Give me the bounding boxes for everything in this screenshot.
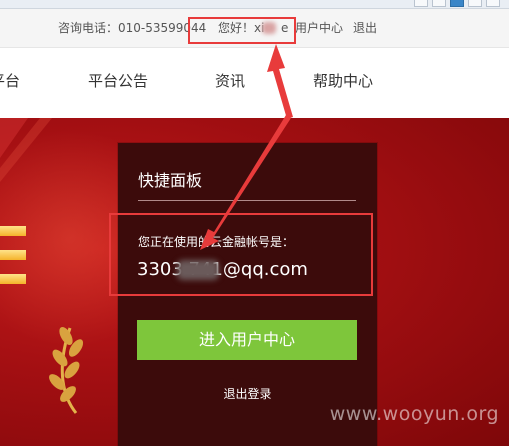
nav-item-news[interactable]: 资讯 (215, 72, 245, 90)
quick-panel: 快捷面板 您正在使用的云金融帐号是： 3303 741@qq.com 进入用户中… (118, 143, 377, 446)
logout-link-top[interactable]: 退出 (353, 21, 377, 35)
top-info-bar: 咨询电话：010-53599044 您好！xi e 用户中心 退出 (0, 9, 509, 48)
nav-item-announcements[interactable]: 平台公告 (88, 72, 148, 90)
panel-title: 快捷面板 (138, 171, 203, 190)
greeting-suffix: e (281, 21, 289, 35)
panel-divider (138, 200, 356, 201)
redacted-account-digits (177, 260, 219, 280)
browser-button[interactable] (414, 0, 428, 7)
logout-button[interactable]: 退出登录 (118, 387, 377, 401)
greeting-prefix: 您好！xi (218, 21, 265, 35)
nav-item-help-center[interactable]: 帮助中心 (313, 72, 373, 90)
account-label: 您正在使用的云金融帐号是： (138, 235, 295, 249)
account-email: 3303 741@qq.com (137, 259, 308, 280)
page: 咨询电话：010-53599044 您好！xi e 用户中心 退出 平台 平台公… (0, 0, 509, 446)
banner-letter-graphic (0, 226, 26, 284)
laurel-icon (49, 326, 84, 414)
main-nav: 平台 平台公告 资讯 帮助中心 (0, 48, 509, 118)
enter-user-center-button[interactable]: 进入用户中心 (137, 320, 357, 360)
browser-button[interactable] (486, 0, 500, 7)
consult-phone: 咨询电话：010-53599044 (58, 21, 207, 35)
banner-decoration (0, 118, 52, 182)
nav-item-platform[interactable]: 平台 (0, 72, 20, 90)
redacted-username (262, 22, 276, 34)
browser-toolbar-strip (0, 0, 509, 9)
browser-button[interactable] (432, 0, 446, 7)
browser-app-icon[interactable] (450, 0, 464, 7)
user-center-link[interactable]: 用户中心 (295, 21, 343, 35)
browser-button[interactable] (468, 0, 482, 7)
watermark: www.wooyun.org (329, 403, 499, 425)
